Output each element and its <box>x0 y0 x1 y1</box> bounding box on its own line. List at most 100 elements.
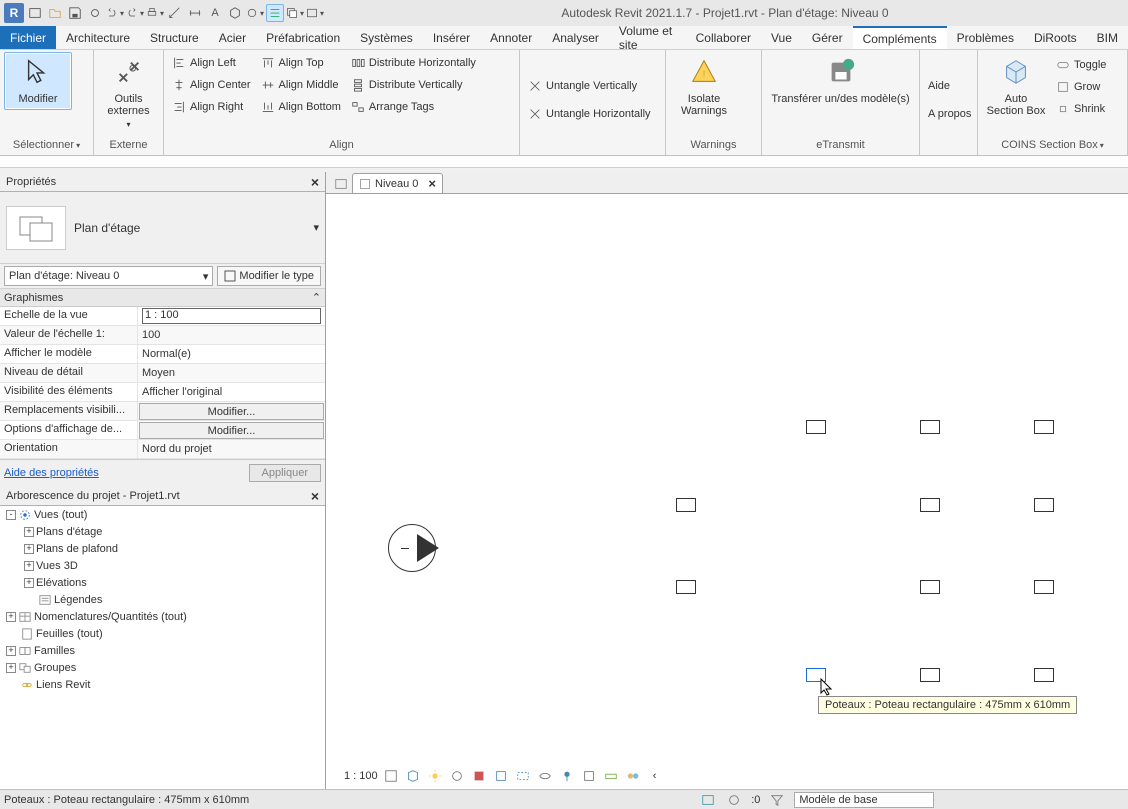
render-icon[interactable] <box>470 767 488 785</box>
crop-region-icon[interactable] <box>514 767 532 785</box>
qat-3d-icon[interactable] <box>226 4 244 22</box>
tab-prefabrication[interactable]: Préfabrication <box>256 26 350 49</box>
column-element[interactable] <box>1034 580 1054 594</box>
detail-level-icon[interactable] <box>382 767 400 785</box>
property-value[interactable]: Moyen <box>138 364 325 382</box>
qat-sync-icon[interactable] <box>86 4 104 22</box>
tab-file[interactable]: Fichier <box>0 26 56 49</box>
tab-diroots[interactable]: DiRoots <box>1024 26 1087 49</box>
tab-complements[interactable]: Compléments <box>853 26 947 49</box>
elevation-marker-icon[interactable] <box>388 524 436 572</box>
align-center-button[interactable]: Align Center <box>168 74 255 96</box>
collapse-icon[interactable]: ⌃ <box>312 291 321 304</box>
expand-icon[interactable]: + <box>24 527 34 537</box>
edit-type-button[interactable]: Modifier le type <box>217 266 321 286</box>
toggle-button[interactable]: Toggle <box>1052 54 1110 76</box>
property-value[interactable]: Nord du projet <box>138 440 325 458</box>
expand-icon[interactable]: + <box>24 561 34 571</box>
transmit-model-button[interactable]: Transférer un/des modèle(s) <box>766 52 915 110</box>
scale-display[interactable]: 1 : 100 <box>344 770 378 782</box>
auto-sectionbox-button[interactable]: Auto Section Box <box>982 52 1050 122</box>
properties-help-link[interactable]: Aide des propriétés <box>4 467 99 479</box>
help-button[interactable]: Aide <box>924 75 954 97</box>
property-category-header[interactable]: Graphismes ⌃ <box>0 289 325 307</box>
column-element[interactable] <box>806 420 826 434</box>
close-view-tab-icon[interactable]: × <box>428 176 436 191</box>
worksharing-display-icon[interactable] <box>624 767 642 785</box>
tab-acier[interactable]: Acier <box>209 26 256 49</box>
temporary-pin-icon[interactable] <box>558 767 576 785</box>
distribute-h-button[interactable]: Distribute Horizontally <box>347 52 480 74</box>
panel-label-coins[interactable]: COINS Section Box <box>982 137 1123 153</box>
expand-icon[interactable]: + <box>6 663 16 673</box>
untangle-v-button[interactable]: Untangle Vertically <box>524 75 641 97</box>
tab-systemes[interactable]: Systèmes <box>350 26 423 49</box>
tab-structure[interactable]: Structure <box>140 26 209 49</box>
column-element[interactable] <box>676 580 696 594</box>
tab-volume-site[interactable]: Volume et site <box>609 26 686 49</box>
qat-switch-icon[interactable] <box>306 4 324 22</box>
crop-view-icon[interactable] <box>492 767 510 785</box>
property-value[interactable]: 100 <box>138 326 325 344</box>
close-browser-icon[interactable]: × <box>311 488 319 504</box>
shrink-button[interactable]: Shrink <box>1052 98 1110 120</box>
property-value[interactable]: 1 : 100 <box>138 307 325 325</box>
external-tools-button[interactable]: Outils externes ▾ <box>98 52 159 134</box>
tab-gerer[interactable]: Gérer <box>802 26 853 49</box>
expand-icon[interactable]: + <box>24 544 34 554</box>
tab-analyser[interactable]: Analyser <box>542 26 609 49</box>
type-selector[interactable]: Plan d'étage ▾ <box>0 192 325 264</box>
grow-button[interactable]: Grow <box>1052 76 1110 98</box>
qat-dim-icon[interactable] <box>186 4 204 22</box>
tree-item[interactable]: Liens Revit <box>0 676 325 693</box>
align-left-button[interactable]: Align Left <box>168 52 255 74</box>
tab-architecture[interactable]: Architecture <box>56 26 140 49</box>
qat-open-icon[interactable] <box>46 4 64 22</box>
property-edit-button[interactable]: Modifier... <box>139 403 324 420</box>
tree-item[interactable]: +Vues 3D <box>0 557 325 574</box>
qat-thinlines-icon[interactable] <box>266 4 284 22</box>
column-element[interactable] <box>920 668 940 682</box>
isolate-warnings-button[interactable]: ! Isolate Warnings <box>670 52 738 122</box>
tab-collaborer[interactable]: Collaborer <box>686 26 761 49</box>
column-element[interactable] <box>1034 668 1054 682</box>
close-properties-icon[interactable]: × <box>311 174 319 190</box>
arrange-tags-button[interactable]: Arrange Tags <box>347 96 480 118</box>
reveal-props-icon[interactable] <box>580 767 598 785</box>
column-element[interactable] <box>920 420 940 434</box>
column-element[interactable] <box>1034 420 1054 434</box>
align-right-button[interactable]: Align Right <box>168 96 255 118</box>
view-tab-active[interactable]: Niveau 0 × <box>352 173 443 193</box>
drawing-canvas[interactable]: Poteaux : Poteau rectangulaire : 475mm x… <box>326 194 1128 789</box>
qat-text-icon[interactable]: A <box>206 4 224 22</box>
shadows-icon[interactable] <box>448 767 466 785</box>
about-button[interactable]: A propos <box>924 103 975 125</box>
apply-button[interactable]: Appliquer <box>249 464 321 482</box>
tree-item[interactable]: Légendes <box>0 591 325 608</box>
untangle-h-button[interactable]: Untangle Horizontally <box>524 103 655 125</box>
collapse-icon[interactable]: - <box>6 510 16 520</box>
sun-path-icon[interactable] <box>426 767 444 785</box>
tab-vue[interactable]: Vue <box>761 26 802 49</box>
column-element[interactable] <box>1034 498 1054 512</box>
qat-redo-icon[interactable] <box>126 4 144 22</box>
reveal-constraints-icon[interactable] <box>602 767 620 785</box>
qat-undo-icon[interactable] <box>106 4 124 22</box>
tab-annoter[interactable]: Annoter <box>480 26 542 49</box>
editable-only-icon[interactable] <box>725 791 743 809</box>
tree-item[interactable]: +Nomenclatures/Quantités (tout) <box>0 608 325 625</box>
tree-item[interactable]: Feuilles (tout) <box>0 625 325 642</box>
qat-home-icon[interactable] <box>26 4 44 22</box>
tree-item[interactable]: +Groupes <box>0 659 325 676</box>
qat-print-icon[interactable] <box>146 4 164 22</box>
column-element[interactable] <box>920 498 940 512</box>
worksets-icon[interactable] <box>699 791 717 809</box>
workset-select[interactable]: Modèle de base <box>794 792 934 808</box>
tab-bim[interactable]: BIM <box>1087 26 1128 49</box>
qat-measure-icon[interactable] <box>166 4 184 22</box>
tree-item[interactable]: -Vues (tout) <box>0 506 325 523</box>
tree-item[interactable]: +Plans de plafond <box>0 540 325 557</box>
chevron-left-icon[interactable]: ‹ <box>646 767 664 785</box>
align-bottom-button[interactable]: Align Bottom <box>257 96 345 118</box>
tab-inserer[interactable]: Insérer <box>423 26 480 49</box>
